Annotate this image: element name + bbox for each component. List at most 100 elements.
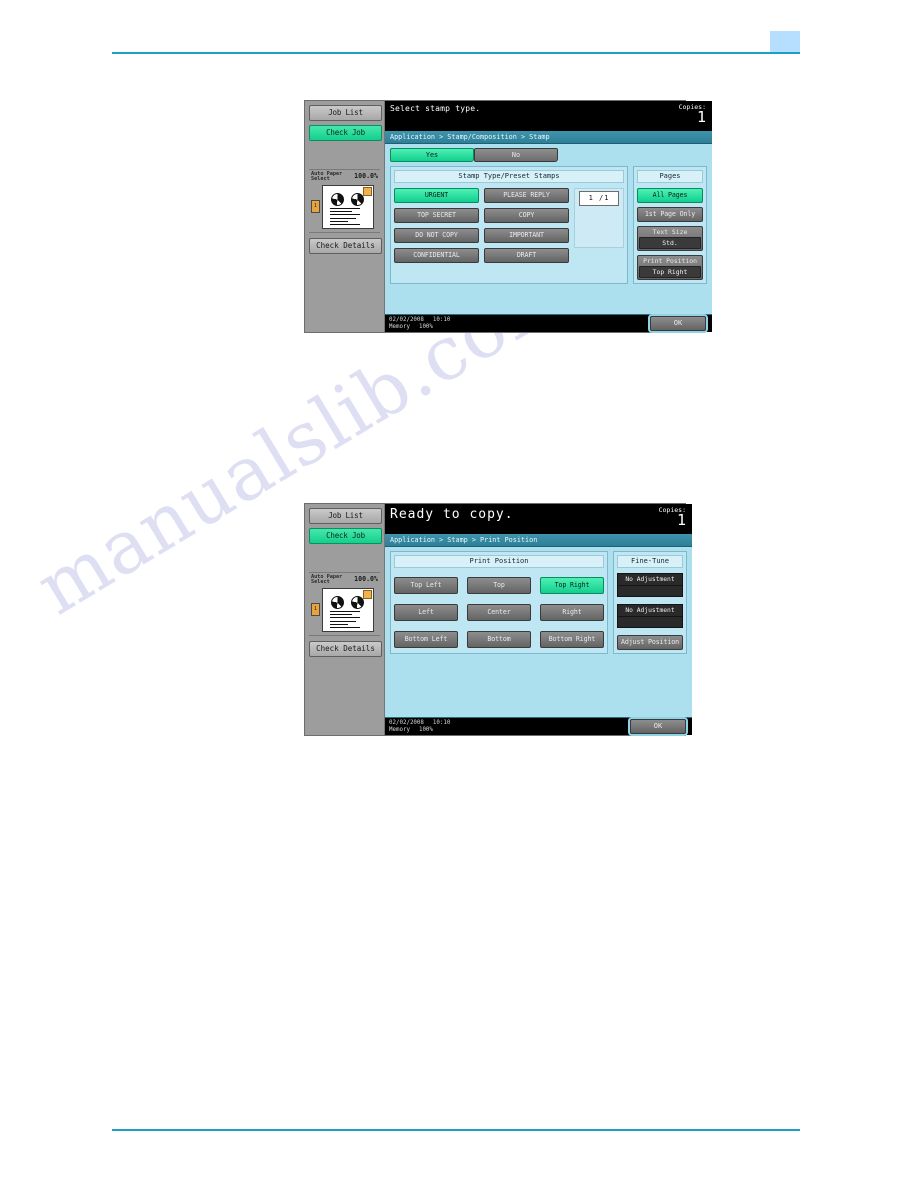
panel2-screen: Ready to copy. Copies: 1 Application > S… [385, 504, 692, 736]
stamp-copy-button[interactable]: COPY [484, 208, 569, 223]
doc-line-2 [330, 210, 352, 213]
pie-chart-icon-1 [331, 192, 344, 206]
zoom-ratio-value-2: 100.0% [354, 575, 378, 583]
fine-tune-item-1[interactable]: No Adjustment [617, 573, 683, 597]
panel2-left-rail: Job List Check Job Auto Paper Select 100… [305, 504, 385, 735]
stamp-please-reply-button[interactable]: PLEASE REPLY [484, 188, 569, 203]
stamp-urgent-button[interactable]: URGENT [394, 188, 479, 203]
panel2-ok-button[interactable]: OK [628, 717, 688, 736]
copier-panel-print-position: Job List Check Job Auto Paper Select 100… [304, 503, 692, 736]
auto-paper-line2: Select [311, 176, 330, 183]
panel2-copies-value: 1 [676, 510, 686, 529]
panel2-memory-label: Memory [389, 726, 410, 733]
panel1-memory-row: Memory 100% [389, 324, 450, 331]
document-thumbnail-icon [322, 184, 374, 229]
fine-tune-title: Fine-Tune [617, 555, 683, 568]
print-position-value: Top Right [639, 266, 701, 278]
rail-spacer-2 [309, 548, 380, 572]
panel2-time: 10:10 [432, 719, 451, 726]
doc-line-3b [330, 616, 360, 619]
adjust-position-button[interactable]: Adjust Position [617, 635, 683, 650]
stamp-important-button[interactable]: IMPORTANT [484, 228, 569, 243]
position-left-button[interactable]: Left [394, 604, 458, 621]
auto-paper-select-label: Auto Paper Select [311, 171, 342, 183]
tray-number-chip-2: 1 [311, 603, 320, 617]
header-page-chip [770, 31, 800, 52]
check-job-button[interactable]: Check Job [309, 125, 382, 141]
text-size-caption: Text Size [652, 228, 688, 236]
document-preview-wrap-2: 1 [311, 587, 378, 632]
document-preview-wrap: 1 [311, 184, 378, 229]
auto-paper-select-label-2: Auto Paper Select [311, 574, 342, 586]
position-bottom-right-button[interactable]: Bottom Right [540, 631, 604, 648]
panel1-memory-label: Memory [389, 323, 410, 330]
check-details-button[interactable]: Check Details [309, 237, 382, 254]
stamp-do-not-copy-button[interactable]: DO NOT COPY [394, 228, 479, 243]
position-center-button[interactable]: Center [467, 604, 531, 621]
doc-line-2b [330, 613, 352, 616]
stamp-top-secret-button[interactable]: TOP SECRET [394, 208, 479, 223]
paper-status-row-2: Auto Paper Select 100.0% [311, 574, 378, 586]
panel2-columns: Print Position Top Left Top Top Right Le… [390, 551, 687, 654]
panel2-status-bar: 02/02/2008 10:10 Memory 100% OK [385, 717, 692, 736]
position-top-left-button[interactable]: Top Left [394, 577, 458, 594]
panel2-memory-value: 100% [418, 726, 433, 733]
panel1-copies-value: 1 [696, 107, 706, 126]
print-position-caption: Print Position [643, 257, 697, 265]
panel2-date: 02/02/2008 [389, 719, 424, 726]
position-bottom-button[interactable]: Bottom [467, 631, 531, 648]
panel2-copies-box: Copies: 1 [659, 507, 686, 527]
pages-section: Pages All Pages 1st Page Only Text Size … [633, 166, 707, 284]
position-top-right-button[interactable]: Top Right [540, 577, 604, 594]
panel1-date: 02/02/2008 [389, 316, 424, 323]
fine-tune-field-2 [617, 617, 683, 628]
stamp-column-right: PLEASE REPLY COPY IMPORTANT DRAFT [484, 188, 569, 263]
position-bottom-left-button[interactable]: Bottom Left [394, 631, 458, 648]
position-right-button[interactable]: Right [540, 604, 604, 621]
panel2-status-left: 02/02/2008 10:10 Memory 100% [389, 720, 450, 733]
tray-number-chip: 1 [311, 200, 320, 214]
fine-tune-item-2[interactable]: No Adjustment [617, 604, 683, 628]
stamp-confidential-button[interactable]: CONFIDENTIAL [394, 248, 479, 263]
tab-no[interactable]: No [474, 148, 558, 162]
job-list-button-2[interactable]: Job List [309, 508, 382, 524]
paper-status-row: Auto Paper Select 100.0% [311, 171, 378, 183]
auto-paper-line2-2: Select [311, 579, 330, 586]
panel1-yes-no-tabs: Yes No [390, 148, 707, 162]
fine-tune-field-1 [617, 586, 683, 597]
panel1-ok-button[interactable]: OK [648, 314, 708, 333]
dogear-icon-2 [363, 589, 372, 599]
pie-chart-icon-2 [351, 192, 364, 206]
position-grid: Top Left Top Top Right Left Center Right… [394, 573, 604, 648]
print-position-section: Print Position Top Left Top Top Right Le… [390, 551, 608, 654]
panel1-datetime-row: 02/02/2008 10:10 [389, 317, 450, 324]
doc-line-1b [330, 610, 360, 613]
panel1-time: 10:10 [432, 316, 451, 323]
stamp-draft-button[interactable]: DRAFT [484, 248, 569, 263]
panel2-memory-row: Memory 100% [389, 727, 450, 734]
print-position-button[interactable]: Print Position Top Right [637, 255, 703, 280]
job-list-button[interactable]: Job List [309, 105, 382, 121]
fine-tune-display-2: No Adjustment [617, 604, 683, 617]
check-job-button-2[interactable]: Check Job [309, 528, 382, 544]
all-pages-button[interactable]: All Pages [637, 188, 703, 203]
pie-chart-icon-3 [331, 595, 344, 609]
fine-tune-section: Fine-Tune No Adjustment No Adjustment Ad… [613, 551, 687, 654]
document-thumbnail-icon-2 [322, 587, 374, 632]
tab-yes[interactable]: Yes [390, 148, 474, 162]
pie-chart-icon-4 [351, 595, 364, 609]
position-top-button[interactable]: Top [467, 577, 531, 594]
check-details-button-2[interactable]: Check Details [309, 640, 382, 657]
panel2-status-message: Ready to copy. [390, 507, 514, 522]
position-row-top: Top Left Top Top Right [394, 577, 604, 594]
stamp-type-section: Stamp Type/Preset Stamps URGENT TOP SECR… [390, 166, 628, 284]
first-page-only-button[interactable]: 1st Page Only [637, 207, 703, 222]
stamp-page-counter[interactable]: 1 /1 [579, 191, 619, 206]
position-row-middle: Left Center Right [394, 604, 604, 621]
doc-line-1 [330, 207, 360, 210]
paper-status-box-2: Auto Paper Select 100.0% 1 [309, 572, 380, 636]
pages-title: Pages [637, 170, 703, 183]
stamp-column-left: URGENT TOP SECRET DO NOT COPY CONFIDENTI… [394, 188, 479, 263]
text-size-button[interactable]: Text Size Std. [637, 226, 703, 251]
position-row-bottom: Bottom Left Bottom Bottom Right [394, 631, 604, 648]
